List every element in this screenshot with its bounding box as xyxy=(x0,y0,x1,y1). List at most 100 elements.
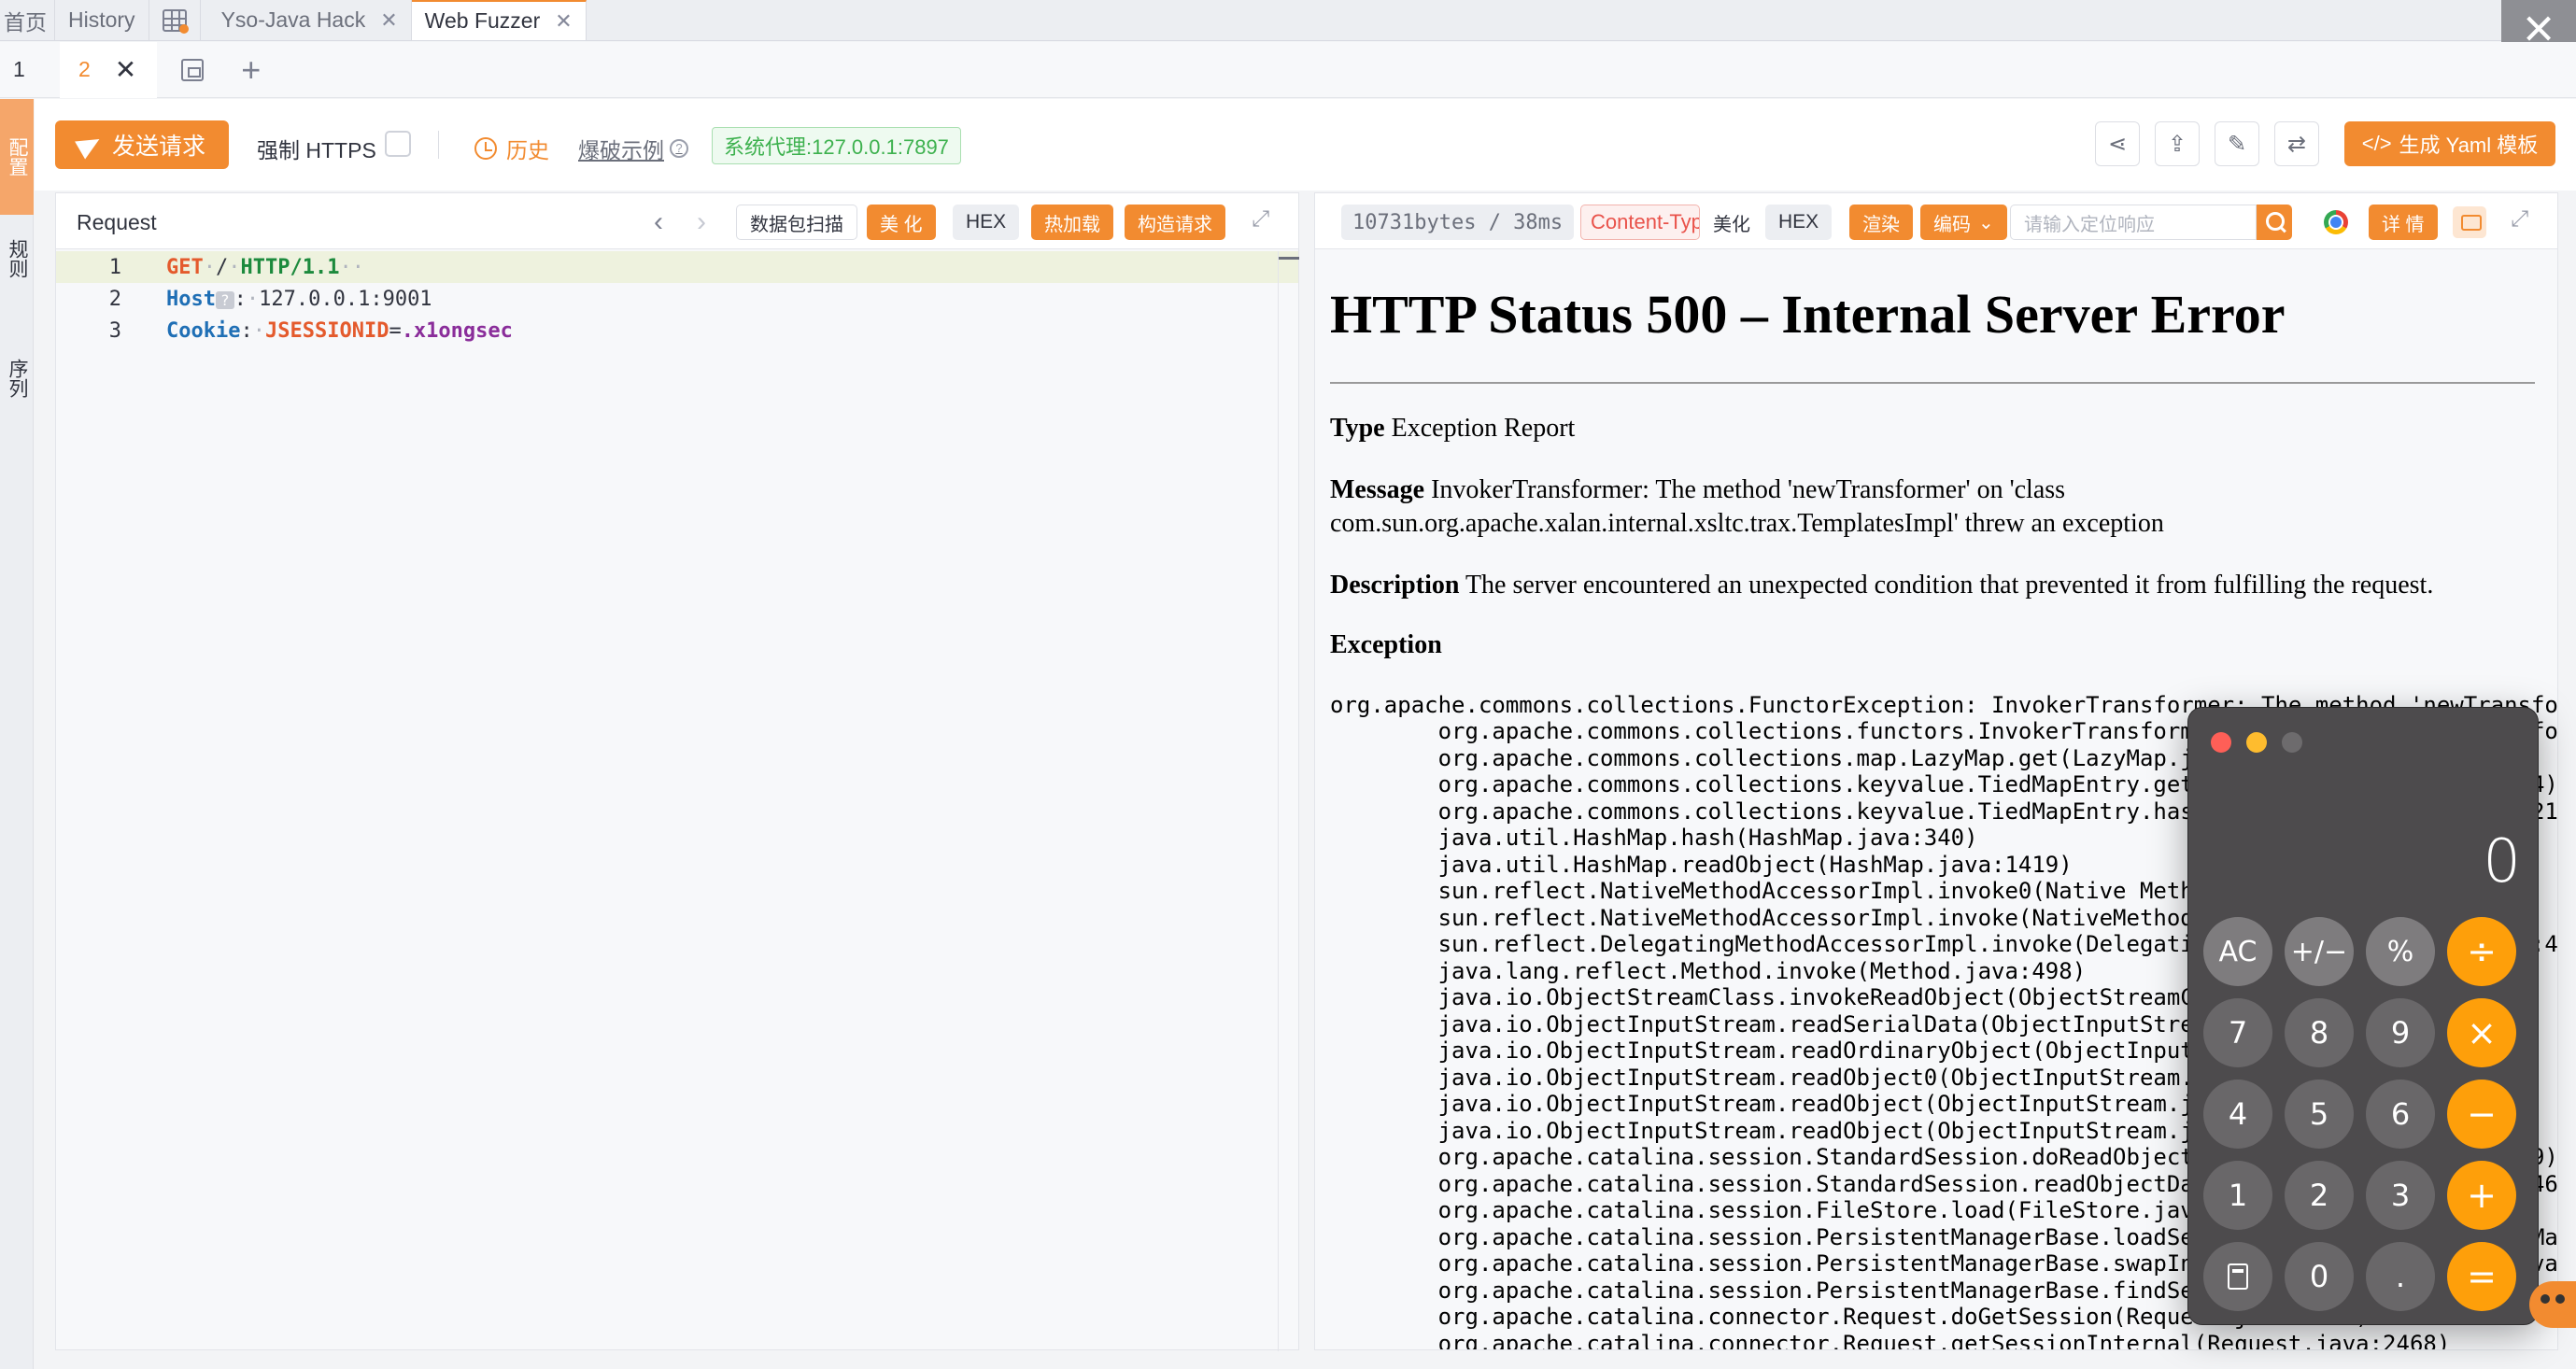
http-method: GET xyxy=(166,255,204,279)
toolbar-divider xyxy=(438,131,439,159)
save-icon[interactable] xyxy=(181,58,205,81)
digit-0-button[interactable]: 0 xyxy=(2285,1242,2354,1311)
system-proxy-badge[interactable]: 系统代理:127.0.0.1:7897 xyxy=(712,127,961,164)
tab-yso-java-hack[interactable]: Yso-Java Hack ✕ xyxy=(201,0,412,40)
history-label: 历史 xyxy=(506,138,549,162)
sidebar-item-sequence[interactable]: 序列 xyxy=(2,359,32,398)
close-icon[interactable]: ✕ xyxy=(115,54,136,85)
tab-history-label: History xyxy=(68,7,135,32)
hot-reload-button[interactable]: 热加载 xyxy=(1031,205,1113,240)
calculator-mode-button[interactable] xyxy=(2203,1242,2272,1311)
cookie-name: JSESSIONID xyxy=(264,318,389,343)
force-https-label: 强制 HTTPS xyxy=(257,138,376,162)
fuzzer-toolbar: 发送请求 强制 HTTPS 历史 爆破示例 ? 系统代理:127.0.0.1:7… xyxy=(35,99,2576,191)
plus-button[interactable]: + xyxy=(2447,1161,2516,1230)
fullscreen-icon[interactable]: ⤢ xyxy=(1252,208,1274,231)
close-icon[interactable]: ✕ xyxy=(555,9,572,34)
equals-button[interactable]: = xyxy=(2447,1242,2516,1311)
hex-button[interactable]: HEX xyxy=(1765,205,1833,240)
code-line: 1 GET·/·HTTP/1.1·· xyxy=(56,251,1298,283)
sign-toggle-button[interactable]: +∕− xyxy=(2285,917,2354,986)
export-icon[interactable]: ⇪ xyxy=(2155,121,2200,166)
encoding-dropdown[interactable]: 编码 ⌄ xyxy=(1920,205,2007,240)
line-number: 2 xyxy=(108,287,121,311)
code-icon: </> xyxy=(2361,132,2392,155)
content-type-tag[interactable]: Content-Type xyxy=(1580,205,1700,240)
sidebar-item-rules[interactable]: 规则 xyxy=(2,239,32,278)
beautify-button[interactable]: 美化 xyxy=(1700,205,1763,240)
fuzzer-tab-bar: 1 2 ✕ + xyxy=(0,41,2576,98)
header-key: Host xyxy=(166,287,216,311)
all-clear-button[interactable]: AC xyxy=(2203,917,2272,986)
comment-icon[interactable] xyxy=(2453,206,2486,238)
generate-yaml-button[interactable]: </> 生成 Yaml 模板 xyxy=(2344,121,2555,166)
code-line: 2 Host?:·127.0.0.1:9001 xyxy=(56,283,1298,315)
search-icon[interactable] xyxy=(2257,205,2292,240)
percent-button[interactable]: % xyxy=(2366,917,2435,986)
fuzzer-tab-1[interactable]: 1 xyxy=(0,57,60,82)
digit-6-button[interactable]: 6 xyxy=(2366,1080,2435,1149)
brute-example-link[interactable]: 爆破示例 ? xyxy=(578,133,688,164)
code-line: 3 Cookie:·JSESSIONID=.x1ongsec xyxy=(56,315,1298,346)
digit-2-button[interactable]: 2 xyxy=(2285,1161,2354,1230)
fullscreen-icon[interactable]: ⤢ xyxy=(2511,208,2533,231)
editor-minimap[interactable] xyxy=(1278,251,1299,1351)
chevron-right-icon[interactable]: › xyxy=(697,206,706,238)
close-icon[interactable]: ✕ xyxy=(380,8,397,33)
cookie-value: .x1ongsec xyxy=(401,318,513,343)
table-icon xyxy=(162,8,189,34)
calculator-display: 0 xyxy=(2483,827,2521,896)
digit-9-button[interactable]: 9 xyxy=(2366,998,2435,1067)
tab-web-fuzzer[interactable]: Web Fuzzer ✕ xyxy=(411,0,587,40)
request-editor[interactable]: 1 GET·/·HTTP/1.1·· 2 Host?:·127.0.0.1:90… xyxy=(56,251,1298,346)
chrome-icon[interactable] xyxy=(2324,210,2348,234)
line-text: Host?:·127.0.0.1:9001 xyxy=(166,287,432,311)
chevron-left-icon[interactable]: ‹ xyxy=(654,206,663,238)
digit-4-button[interactable]: 4 xyxy=(2203,1080,2272,1149)
response-header: 10731bytes / 38ms Content-Type 美化 HEX 渲染… xyxy=(1315,193,2557,249)
zoom-window-button[interactable] xyxy=(2282,732,2302,753)
header-key: Cookie xyxy=(166,318,241,343)
line-number: 3 xyxy=(108,318,121,343)
tab-history[interactable]: History xyxy=(55,0,149,40)
digit-5-button[interactable]: 5 xyxy=(2285,1080,2354,1149)
digit-1-button[interactable]: 1 xyxy=(2203,1161,2272,1230)
hex-button[interactable]: HEX xyxy=(953,205,1020,240)
digit-7-button[interactable]: 7 xyxy=(2203,998,2272,1067)
packet-scan-button[interactable]: 数据包扫描 xyxy=(736,205,857,240)
request-panel: Request ‹ › 数据包扫描 美 化 HEX 热加载 构造请求 ⤢ 1 G… xyxy=(55,192,1299,1351)
tab-table[interactable] xyxy=(149,0,201,40)
send-request-label: 发送请求 xyxy=(111,134,205,160)
fuzzer-tab-2[interactable]: 2 ✕ xyxy=(60,41,158,98)
mascot-icon[interactable] xyxy=(2529,1281,2576,1328)
force-https-checkbox[interactable] xyxy=(385,131,411,157)
help-icon: ? xyxy=(670,139,688,158)
send-request-button[interactable]: 发送请求 xyxy=(55,120,229,169)
tab-home[interactable]: 首页 xyxy=(0,0,55,40)
details-button[interactable]: 详 情 xyxy=(2369,205,2438,240)
close-window-button[interactable] xyxy=(2211,732,2231,753)
decimal-button[interactable]: . xyxy=(2366,1242,2435,1311)
digit-8-button[interactable]: 8 xyxy=(2285,998,2354,1067)
share-icon[interactable]: ⋖ xyxy=(2095,121,2140,166)
edit-icon[interactable]: ✎ xyxy=(2215,121,2259,166)
description-label: Description xyxy=(1330,570,1460,600)
response-search-input[interactable]: 请输入定位响应 xyxy=(2010,205,2257,240)
message-row: Message InvokerTransformer: The method '… xyxy=(1330,473,2544,541)
beautify-button[interactable]: 美 化 xyxy=(867,205,936,240)
sidebar-config[interactable]: 配置 xyxy=(0,99,34,215)
multiply-button[interactable]: × xyxy=(2447,998,2516,1067)
add-tab-icon[interactable]: + xyxy=(241,52,261,87)
description-row: Description The server encountered an un… xyxy=(1330,569,2544,602)
minus-button[interactable]: − xyxy=(2447,1080,2516,1149)
minimize-window-button[interactable] xyxy=(2246,732,2267,753)
render-button[interactable]: 渲染 xyxy=(1849,205,1913,240)
build-request-button[interactable]: 构造请求 xyxy=(1125,205,1225,240)
http-protocol: HTTP/1.1 xyxy=(240,255,340,279)
swap-icon[interactable]: ⇄ xyxy=(2274,121,2319,166)
divide-button[interactable]: ÷ xyxy=(2447,917,2516,986)
digit-3-button[interactable]: 3 xyxy=(2366,1161,2435,1230)
request-title: Request xyxy=(77,210,157,234)
line-number: 1 xyxy=(108,255,121,279)
history-button[interactable]: 历史 xyxy=(474,133,549,164)
